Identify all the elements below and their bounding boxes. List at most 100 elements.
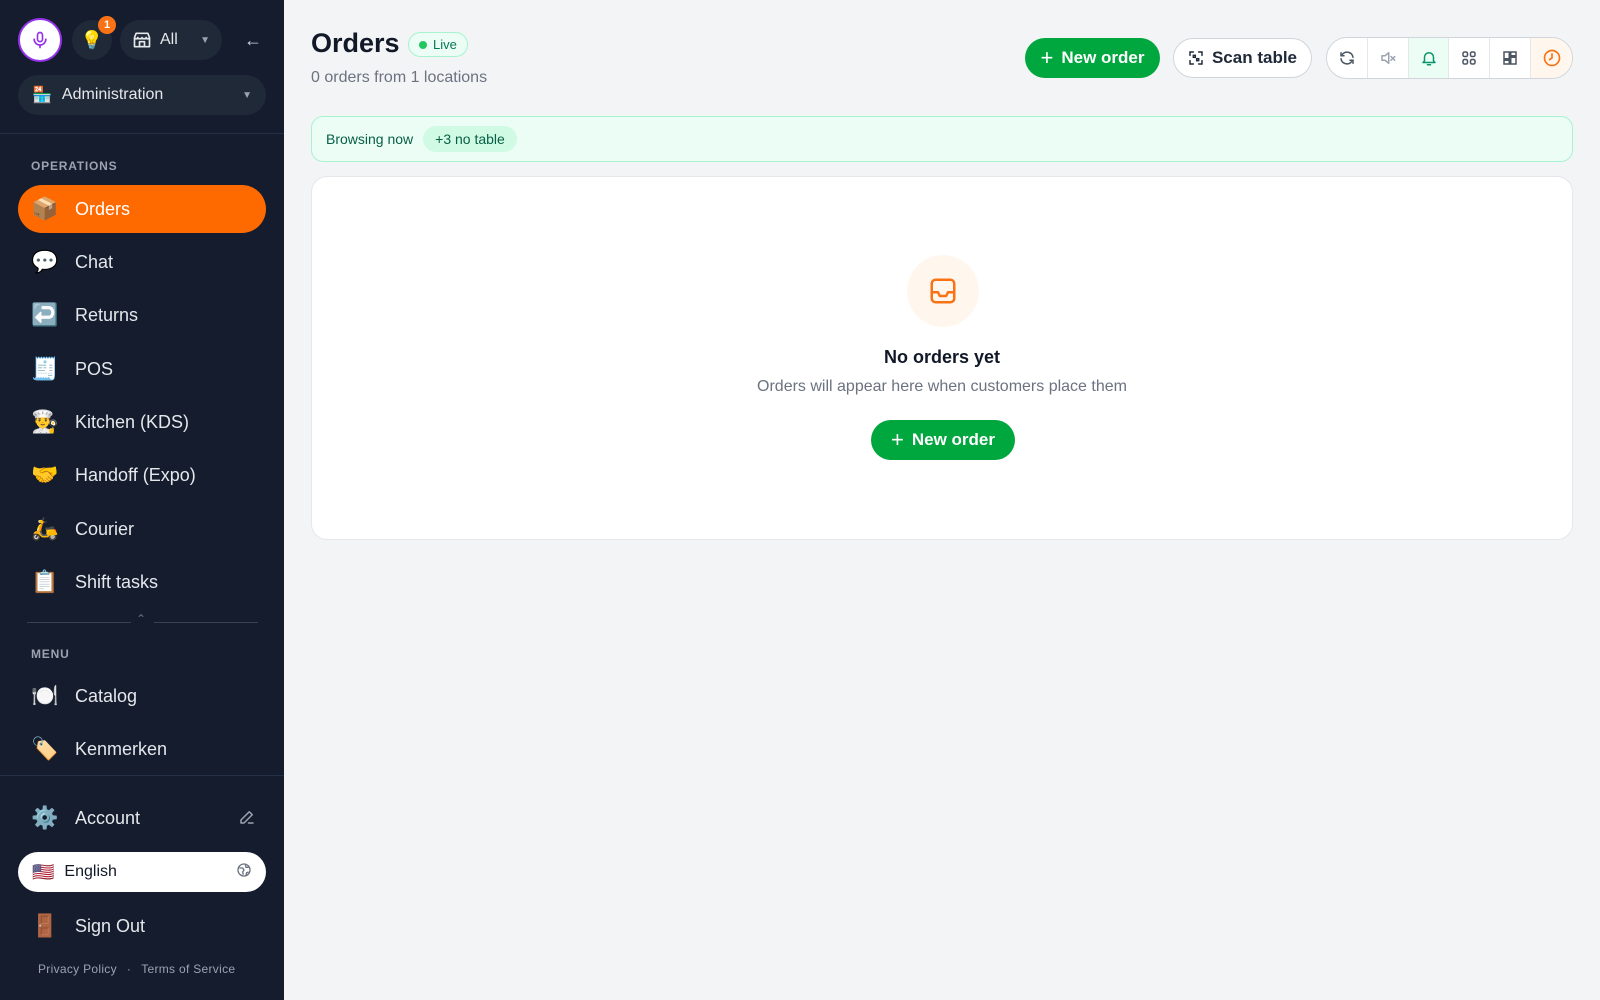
handshake-icon: 🤝 — [31, 462, 59, 487]
sidebar-item-label: Orders — [75, 198, 131, 219]
sidebar-item-label: Shift tasks — [75, 571, 159, 592]
voice-assistant-button[interactable] — [18, 18, 62, 62]
edit-icon[interactable] — [238, 808, 256, 831]
footer-links: Privacy Policy · Terms of Service — [38, 962, 235, 976]
scooter-icon: 🛵 — [31, 516, 59, 541]
live-status-badge: Live — [408, 32, 468, 57]
sidebar-item-label: Handoff (Expo) — [75, 464, 196, 485]
chevron-down-icon: ▼ — [242, 89, 252, 101]
browsing-now-label: Browsing now — [326, 131, 414, 147]
sidebar-item-returns[interactable]: ↩️ Returns — [18, 291, 266, 339]
sign-out-label: Sign Out — [75, 915, 146, 936]
empty-state-subtitle: Orders will appear here when customers p… — [757, 378, 1127, 395]
dashboard-icon — [1503, 51, 1517, 65]
role-select[interactable]: 🏪 Administration ▼ — [18, 75, 266, 115]
sidebar-item-shift-tasks[interactable]: 📋 Shift tasks — [18, 558, 266, 606]
language-select[interactable]: 🇺🇸 English — [18, 852, 266, 892]
sidebar-item-label: Account — [75, 807, 141, 828]
orders-summary: 0 orders from 1 locations — [311, 69, 488, 86]
inbox-icon — [930, 278, 956, 304]
sidebar-item-label: Chat — [75, 251, 114, 272]
section-label-menu: MENU — [31, 647, 70, 661]
globe-icon — [236, 862, 252, 883]
sign-out-button[interactable]: 🚪 Sign Out — [18, 902, 266, 950]
new-order-label: New order — [1061, 48, 1145, 67]
plus-icon: + — [1040, 45, 1054, 70]
notifications-button[interactable] — [1408, 38, 1450, 78]
gear-icon: ⚙️ — [31, 805, 59, 830]
live-dot-icon — [419, 40, 427, 49]
return-arrow-icon: ↩️ — [31, 302, 59, 327]
clock-icon — [1543, 49, 1560, 67]
dashboard-view-button[interactable] — [1490, 38, 1532, 78]
sidebar-item-label: Kitchen (KDS) — [75, 411, 190, 432]
divider — [0, 775, 284, 776]
sidebar-top-row: 💡 1 All ▼ ← — [18, 16, 262, 62]
grid-view-button[interactable] — [1449, 38, 1491, 78]
sidebar-item-catalog[interactable]: 🍽️ Catalog — [18, 672, 266, 720]
new-order-button[interactable]: + New order — [1025, 38, 1160, 78]
empty-state-new-order-button[interactable]: + New order — [871, 420, 1015, 460]
scan-table-label: Scan table — [1211, 48, 1298, 67]
history-button[interactable] — [1531, 38, 1572, 78]
toolbar-group — [1326, 37, 1573, 79]
footer-separator: · — [126, 962, 132, 976]
section-label-operations: OPERATIONS — [31, 159, 118, 173]
clipboard-icon: 📋 — [31, 569, 59, 594]
store-filter-select[interactable]: All ▼ — [120, 20, 222, 60]
chevron-up-icon[interactable]: ⌃ — [136, 612, 146, 626]
live-label: Live — [433, 37, 457, 52]
sidebar-item-account[interactable]: ⚙️ Account — [18, 794, 266, 842]
sidebar-item-label: POS — [75, 358, 114, 379]
browsing-now-bar: Browsing now +3 no table — [311, 116, 1573, 162]
store-icon — [133, 32, 151, 48]
sidebar-item-handoff[interactable]: 🤝 Handoff (Expo) — [18, 451, 266, 499]
language-label: English — [64, 863, 117, 880]
speech-bubble-icon: 💬 — [31, 249, 59, 274]
microphone-icon — [33, 31, 47, 49]
package-icon: 📦 — [31, 196, 59, 221]
mute-icon — [1380, 52, 1396, 64]
page-title: Orders — [311, 28, 400, 58]
bell-icon — [1421, 52, 1436, 66]
sidebar-item-kitchen[interactable]: 👨‍🍳 Kitchen (KDS) — [18, 398, 266, 446]
privacy-policy-link[interactable]: Privacy Policy — [38, 962, 117, 976]
sidebar-item-label: Kenmerken — [75, 738, 168, 759]
sidebar-item-label: Courier — [75, 518, 135, 539]
refresh-button[interactable] — [1327, 38, 1368, 78]
tips-button[interactable]: 💡 1 — [72, 16, 116, 60]
door-icon: 🚪 — [31, 913, 59, 938]
sidebar-item-orders[interactable]: 📦 Orders — [18, 185, 266, 233]
refresh-icon — [1340, 51, 1354, 65]
plate-cutlery-icon: 🍽️ — [31, 683, 59, 708]
empty-state-title: No orders yet — [883, 347, 1001, 367]
no-table-pill[interactable]: +3 no table — [423, 126, 517, 152]
store-filter-label: All — [160, 31, 178, 48]
divider — [154, 622, 258, 623]
sidebar: 💡 1 All ▼ ← 🏪 Administration ▼ OPERATION… — [0, 0, 284, 1000]
divider — [0, 133, 284, 134]
new-order-label: New order — [911, 430, 995, 449]
qr-scan-icon — [1189, 51, 1203, 65]
plus-icon: + — [891, 427, 904, 452]
role-select-label: Administration — [61, 86, 164, 103]
sidebar-item-pos[interactable]: 🧾 POS — [18, 345, 266, 393]
sidebar-item-label: Returns — [75, 304, 139, 325]
us-flag-icon: 🇺🇸 — [32, 861, 55, 882]
store-emoji-icon: 🏪 — [32, 87, 52, 104]
chevron-down-icon: ▼ — [200, 34, 210, 46]
empty-state-icon — [907, 255, 979, 327]
grid-icon — [1462, 51, 1477, 65]
sidebar-item-chat[interactable]: 💬 Chat — [18, 238, 266, 286]
tag-icon: 🏷️ — [31, 736, 59, 761]
lightbulb-icon: 💡 — [80, 29, 104, 50]
scan-table-button[interactable]: Scan table — [1173, 38, 1312, 78]
sidebar-item-label: Catalog — [75, 685, 138, 706]
terms-of-service-link[interactable]: Terms of Service — [141, 962, 235, 976]
divider — [27, 622, 131, 623]
mute-button[interactable] — [1368, 38, 1409, 78]
collapse-sidebar-icon[interactable]: ← — [244, 30, 262, 51]
sidebar-item-courier[interactable]: 🛵 Courier — [18, 505, 266, 553]
sidebar-item-kenmerken[interactable]: 🏷️ Kenmerken — [18, 725, 266, 773]
notification-badge: 1 — [98, 16, 116, 34]
